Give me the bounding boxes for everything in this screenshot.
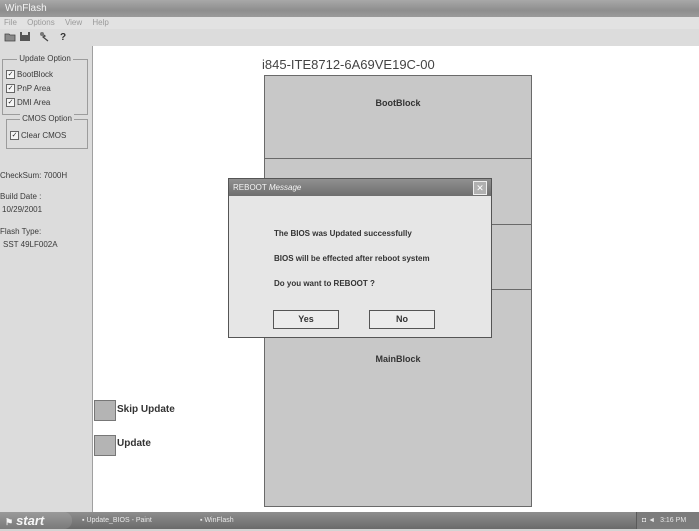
checksum-text: CheckSum: 7000H (0, 171, 68, 180)
dialog-titlebar: REBOOT Message ✕ (229, 179, 491, 196)
menu-file[interactable]: File (4, 17, 17, 29)
pnp-area-label: PnP Area (17, 84, 51, 93)
task-paint-label: Update_BIOS - Paint (86, 517, 152, 524)
start-label: start (16, 513, 45, 528)
menu-options[interactable]: Options (27, 17, 55, 29)
help-icon[interactable]: ? (56, 31, 70, 44)
tray-volume-icon: ◄ (648, 517, 656, 524)
close-icon[interactable]: ✕ (473, 181, 487, 195)
flash-type-label: Flash Type: (0, 227, 42, 236)
dialog-message-2: BIOS will be effected after reboot syste… (274, 254, 430, 263)
skip-update-swatch (94, 400, 116, 421)
bootblock-area: BootBlock (265, 76, 531, 159)
yes-button[interactable]: Yes (273, 310, 339, 329)
windows-flag-icon: ⚑ (5, 517, 14, 527)
update-swatch (94, 435, 116, 456)
checkmark-icon: ✓ (6, 98, 15, 108)
build-date-label: Build Date : (0, 192, 42, 201)
toolbar: ? (0, 29, 699, 47)
dmi-area-label: DMI Area (17, 98, 51, 107)
dialog-title-b: Message (268, 183, 302, 192)
taskbar: ⚑ start ▪ Update_BIOS - Paint ▪ WinFlash … (0, 512, 699, 529)
mainblock-label: MainBlock (375, 354, 421, 364)
start-button[interactable]: ⚑ start (0, 512, 72, 529)
reboot-dialog: REBOOT Message ✕ The BIOS was Updated su… (228, 178, 492, 338)
save-icon[interactable] (18, 31, 32, 44)
checkmark-icon: ✓ (6, 70, 15, 80)
system-tray: ◘ ◄ 3:16 PM (636, 512, 699, 529)
build-date-value: 10/29/2001 (2, 205, 43, 214)
task-winflash-label: WinFlash (204, 517, 234, 524)
menu-help[interactable]: Help (92, 17, 108, 29)
dmi-area-checkbox[interactable]: ✓ DMI Area (6, 97, 50, 108)
cmos-option-title: CMOS Option (20, 114, 74, 123)
menu-view[interactable]: View (65, 17, 82, 29)
options-sidebar: Update Option ✓ BootBlock ✓ PnP Area ✓ DMI … (0, 46, 92, 512)
taskbar-item-winflash[interactable]: ▪ WinFlash (200, 514, 280, 527)
flash-icon[interactable] (38, 31, 52, 44)
device-title: i845-ITE8712-6A69VE19C-00 (262, 57, 435, 72)
checkmark-icon: ✓ (6, 84, 15, 94)
flash-type-value: SST 49LF002A (3, 240, 58, 249)
tray-network-icon: ◘ (642, 517, 647, 524)
bootblock-label: BootBlock (375, 98, 421, 108)
dialog-message-3: Do you want to REBOOT ? (274, 279, 375, 288)
checkmark-icon: ✓ (10, 131, 19, 141)
update-label: Update (117, 438, 151, 449)
bootblock-checkbox[interactable]: ✓ BootBlock (6, 69, 53, 80)
skip-update-label: Skip Update (117, 404, 175, 415)
update-option-title: Update Option (17, 54, 73, 63)
dialog-message-1: The BIOS was Updated successfully (274, 229, 412, 238)
pnp-area-checkbox[interactable]: ✓ PnP Area (6, 83, 51, 94)
window-title: WinFlash (5, 3, 47, 14)
no-button[interactable]: No (369, 310, 435, 329)
dialog-title-a: REBOOT (233, 183, 267, 192)
cmos-option-group: CMOS Option ✓ Clear CMOS (6, 114, 88, 149)
menu-bar: File Options View Help (0, 17, 699, 29)
clock: 3:16 PM (660, 517, 687, 524)
update-option-group: Update Option ✓ BootBlock ✓ PnP Area ✓ DMI … (2, 54, 88, 115)
taskbar-item-paint[interactable]: ▪ Update_BIOS - Paint (82, 514, 192, 527)
window-titlebar: WinFlash (0, 0, 699, 17)
bootblock-label: BootBlock (17, 70, 54, 79)
clear-cmos-checkbox[interactable]: ✓ Clear CMOS (10, 130, 66, 141)
open-icon[interactable] (3, 31, 17, 44)
clear-cmos-label: Clear CMOS (21, 131, 67, 140)
